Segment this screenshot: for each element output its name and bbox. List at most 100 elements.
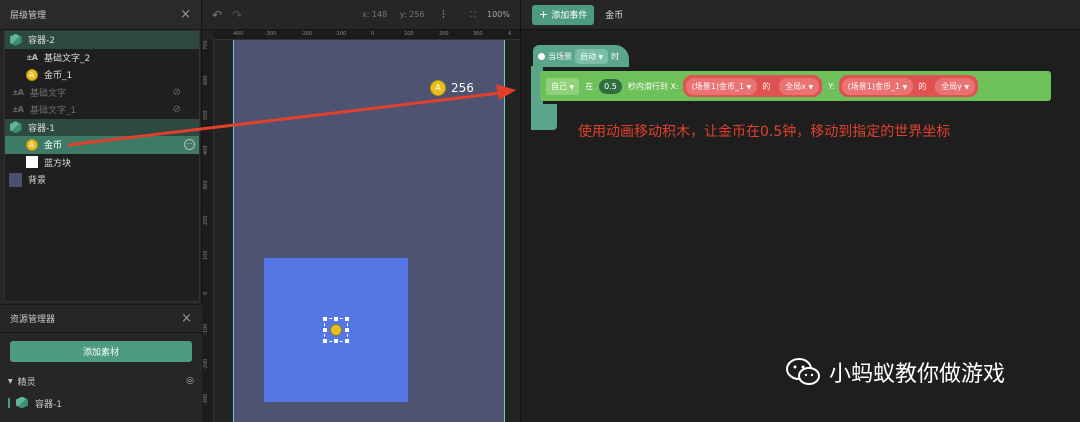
script-toolbar: + 添加事件 金币 bbox=[521, 0, 1080, 30]
resize-handle[interactable] bbox=[323, 328, 327, 332]
ruler-tick: 400 bbox=[203, 145, 209, 155]
ruler-tick: 700 bbox=[203, 40, 209, 50]
zoom-level[interactable]: 100% bbox=[487, 10, 510, 19]
layer-item-text[interactable]: ±A 基础文字 ⊘ bbox=[5, 84, 199, 102]
container-icon bbox=[9, 121, 22, 134]
resize-handle[interactable] bbox=[334, 317, 338, 321]
y-object-dropdown[interactable]: (场景1)金币_1 ▼ bbox=[841, 77, 914, 95]
caret-down-icon: ▼ bbox=[569, 83, 575, 91]
blue-square-sprite[interactable] bbox=[264, 258, 408, 402]
asset-panel-title: 资源管理器 bbox=[10, 315, 56, 325]
resize-handle[interactable] bbox=[323, 339, 327, 343]
x-object-dropdown[interactable]: (场景1)金币_1 ▼ bbox=[685, 77, 758, 95]
target-dropdown[interactable]: 自己 ▼ bbox=[546, 77, 580, 95]
tab-coin[interactable]: 金币 bbox=[605, 8, 623, 21]
layer-item-text-2[interactable]: ±A 基础文字_2 bbox=[5, 49, 199, 67]
layer-item-container-1[interactable]: 容器-1 bbox=[5, 118, 199, 136]
asset-manager: 资源管理器 × 添加素材 ▼ 精灵 ◎ 容器-1 bbox=[0, 304, 202, 422]
horizontal-ruler: -400 -300 -200 -100 0 100 200 300 4 bbox=[214, 30, 520, 40]
layer-item-label: 蓝方块 bbox=[44, 158, 72, 169]
caret-down-icon: ▼ bbox=[8, 377, 13, 385]
layer-item-label: 基础文字_2 bbox=[44, 53, 91, 64]
add-event-button[interactable]: + 添加事件 bbox=[532, 4, 595, 25]
layer-item-label: 容器-1 bbox=[28, 123, 55, 134]
ruler-tick: 200 bbox=[439, 31, 449, 37]
layer-item-text-1[interactable]: ±A 基础文字_1 ⊘ bbox=[5, 101, 199, 119]
ruler-tick: 600 bbox=[203, 75, 209, 85]
of-label: 的 bbox=[762, 81, 771, 91]
close-icon[interactable]: × bbox=[181, 312, 192, 325]
layer-item-coin-1[interactable]: A 金币_1 bbox=[5, 66, 199, 84]
eye-off-icon[interactable]: ⊘ bbox=[173, 104, 181, 115]
layers-panel-header: 层级管理 × bbox=[0, 0, 201, 30]
ruler-tick: 300 bbox=[473, 31, 483, 37]
y-label: Y: bbox=[828, 81, 835, 91]
annotation-text: 使用动画移动积木，让金币在0.5钟，移动到指定的世界坐标 bbox=[578, 124, 951, 140]
indicator-bar bbox=[8, 398, 10, 408]
left-panel: 层级管理 × 容器-2 ±A 基础文字_2 A 金币_1 ±A 基础文字 ⊘ ±… bbox=[0, 0, 202, 422]
x-coordinate: x: 148 bbox=[362, 10, 388, 19]
layer-item-background[interactable]: 背景 bbox=[5, 171, 199, 189]
wechat-icon bbox=[786, 358, 820, 385]
target-label: 自己 bbox=[551, 81, 567, 91]
x-property-dropdown[interactable]: 全局x ▼ bbox=[779, 77, 820, 95]
text-icon: ±A bbox=[26, 52, 38, 62]
y-property-label: 全局y bbox=[941, 81, 962, 91]
coin-icon: A bbox=[25, 68, 38, 81]
layer-item-label: 金币 bbox=[44, 141, 63, 152]
glide-block[interactable]: 自己 ▼ 在 0.5 秒内滑行到 X: (场景1)金币_1 ▼ 的 全局x ▼ … bbox=[540, 71, 1051, 101]
resize-handle[interactable] bbox=[345, 317, 349, 321]
close-icon[interactable]: × bbox=[180, 8, 191, 21]
coin-icon bbox=[330, 324, 342, 336]
undo-icon[interactable]: ↶ bbox=[212, 8, 222, 22]
ruler-tick: -200 bbox=[203, 358, 209, 370]
sprite-section[interactable]: ▼ 精灵 ◎ bbox=[0, 372, 202, 390]
settings-sliders-icon[interactable]: ⫶ bbox=[442, 8, 445, 22]
resize-handle[interactable] bbox=[334, 339, 338, 343]
seconds-input[interactable]: 0.5 bbox=[599, 78, 622, 94]
ruler-tick: -300 bbox=[265, 31, 277, 37]
add-asset-button[interactable]: 添加素材 bbox=[10, 341, 192, 362]
coin-score-display[interactable]: A 256 bbox=[430, 80, 474, 96]
ruler-tick: 4 bbox=[508, 31, 512, 37]
ruler-tick: 500 bbox=[203, 110, 209, 120]
fit-screen-icon[interactable]: ⛶ bbox=[470, 10, 476, 20]
palette-icon[interactable]: ◎ bbox=[186, 376, 194, 386]
coordinate-readout: x: 148 y: 256 bbox=[362, 10, 434, 19]
scene-canvas: ↶ ↷ x: 148 y: 256 ⫶ ⛶ 100% -400 -300 -20… bbox=[202, 0, 520, 422]
text-icon: ±A bbox=[12, 105, 24, 115]
resize-handle[interactable] bbox=[323, 317, 327, 321]
y-object-label: (场景1)金币_1 bbox=[847, 81, 901, 91]
layer-item-container-2[interactable]: 容器-2 bbox=[5, 31, 199, 49]
event-dropdown[interactable]: 启动 ▼ bbox=[575, 48, 609, 64]
ruler-tick: -400 bbox=[232, 31, 244, 37]
resize-handle[interactable] bbox=[345, 328, 349, 332]
of-label: 的 bbox=[918, 81, 927, 91]
container-icon bbox=[16, 396, 29, 410]
caret-down-icon: ▼ bbox=[902, 83, 908, 91]
redo-icon[interactable]: ↷ bbox=[232, 8, 242, 22]
watermark: 小蚂蚁教你做游戏 bbox=[785, 356, 1005, 388]
eye-off-icon[interactable]: ⊘ bbox=[173, 87, 181, 98]
more-icon[interactable]: ··· bbox=[184, 139, 195, 151]
background-icon bbox=[9, 172, 22, 187]
glide-text: 秒内滑行到 X: bbox=[627, 81, 679, 91]
resize-handle[interactable] bbox=[345, 339, 349, 343]
event-hat-block[interactable]: 当场景 启动 ▼ 时 bbox=[533, 45, 630, 67]
canvas-toolbar: ↶ ↷ x: 148 y: 256 ⫶ ⛶ 100% bbox=[202, 0, 520, 30]
layer-item-coin[interactable]: A 金币 ··· bbox=[5, 136, 199, 154]
plus-icon: + bbox=[539, 8, 549, 21]
ruler-tick: 300 bbox=[203, 180, 209, 190]
asset-panel-header: 资源管理器 × bbox=[0, 305, 202, 333]
y-reporter-block[interactable]: (场景1)金币_1 ▼ 的 全局y ▼ bbox=[838, 75, 979, 97]
y-property-dropdown[interactable]: 全局y ▼ bbox=[935, 77, 976, 95]
layer-item-label: 金币_1 bbox=[44, 71, 73, 82]
coin-score-value: 256 bbox=[451, 81, 474, 95]
layer-item-blue-square[interactable]: 蓝方块 bbox=[5, 154, 199, 172]
layer-item-label: 容器-2 bbox=[28, 36, 55, 47]
stage-area[interactable]: A 256 bbox=[233, 40, 505, 422]
selected-coin-sprite[interactable] bbox=[323, 317, 349, 343]
asset-item-label: 容器-1 bbox=[35, 399, 62, 410]
asset-item-container-1[interactable]: 容器-1 bbox=[0, 394, 202, 412]
x-reporter-block[interactable]: (场景1)金币_1 ▼ 的 全局x ▼ bbox=[682, 75, 823, 97]
